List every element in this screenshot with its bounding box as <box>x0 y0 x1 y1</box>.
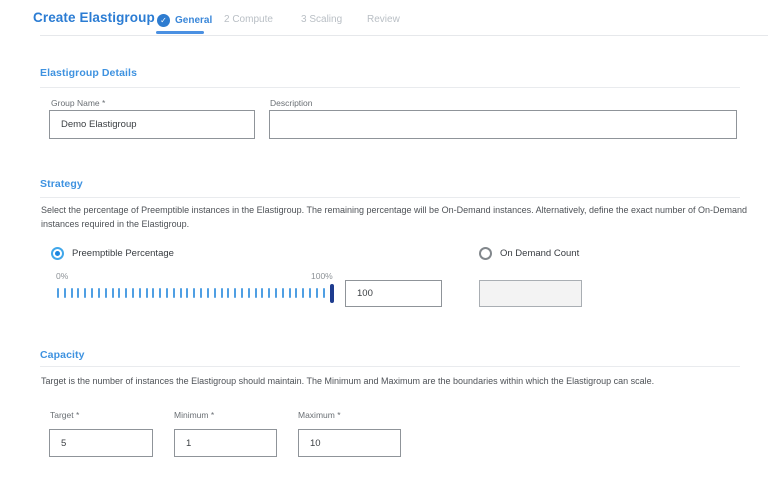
description-label: Description <box>270 98 313 108</box>
maximum-label: Maximum * <box>298 410 341 420</box>
slider-tick <box>105 288 107 298</box>
preemptible-percentage-option[interactable]: Preemptible Percentage <box>51 247 174 260</box>
strategy-description-line2: instances required in the Elastigroup. <box>41 217 189 231</box>
slider-tick <box>302 288 304 298</box>
header-divider <box>40 35 768 36</box>
group-name-label: Group Name * <box>51 98 105 108</box>
active-tab-underline <box>156 31 204 34</box>
target-input[interactable] <box>49 429 153 457</box>
slider-tick <box>84 288 86 298</box>
slider-tick <box>309 288 311 298</box>
slider-tick <box>316 288 318 298</box>
slider-tick <box>207 288 209 298</box>
slider-tick <box>166 288 168 298</box>
preemptible-percentage-slider[interactable] <box>57 283 334 303</box>
slider-tick <box>275 288 277 298</box>
on-demand-count-input <box>479 280 582 307</box>
slider-tick <box>214 288 216 298</box>
page-title: Create Elastigroup <box>33 10 155 25</box>
minimum-input[interactable] <box>174 429 277 457</box>
on-demand-count-option[interactable]: On Demand Count <box>479 247 579 260</box>
slider-tick <box>295 288 297 298</box>
preemptible-percentage-label: Preemptible Percentage <box>72 248 174 259</box>
minimum-label: Minimum * <box>174 410 214 420</box>
slider-tick <box>139 288 141 298</box>
slider-tick <box>241 288 243 298</box>
strategy-section-divider <box>40 197 740 198</box>
slider-tick <box>248 288 250 298</box>
slider-tick <box>323 288 325 298</box>
slider-tick <box>261 288 263 298</box>
slider-tick <box>193 288 195 298</box>
slider-tick <box>289 288 291 298</box>
slider-tick <box>282 288 284 298</box>
slider-tick <box>146 288 148 298</box>
slider-tick <box>200 288 202 298</box>
details-section-heading: Elastigroup Details <box>40 67 137 79</box>
tab-scaling[interactable]: 3 Scaling <box>301 14 342 25</box>
capacity-section-divider <box>40 366 740 367</box>
slider-handle[interactable] <box>330 284 334 303</box>
tab-scaling-label: 3 Scaling <box>301 14 342 25</box>
tab-compute-label: 2 Compute <box>224 14 273 25</box>
maximum-input[interactable] <box>298 429 401 457</box>
radio-selected-icon[interactable] <box>51 247 64 260</box>
radio-dot <box>55 251 60 256</box>
tab-review-label: Review <box>367 14 400 25</box>
strategy-description-line1: Select the percentage of Preemptible ins… <box>41 203 747 217</box>
slider-tick <box>227 288 229 298</box>
radio-unselected-icon[interactable] <box>479 247 492 260</box>
group-name-input[interactable] <box>49 110 255 139</box>
tab-general-label: General <box>175 15 212 26</box>
slider-tick <box>234 288 236 298</box>
slider-tick <box>132 288 134 298</box>
slider-tick <box>173 288 175 298</box>
slider-tick <box>268 288 270 298</box>
slider-tick <box>112 288 114 298</box>
on-demand-count-label: On Demand Count <box>500 248 579 259</box>
tab-compute[interactable]: 2 Compute <box>224 14 273 25</box>
create-elastigroup-page: Create Elastigroup ✓ General 2 Compute 3… <box>0 0 768 503</box>
slider-tick <box>64 288 66 298</box>
target-label: Target * <box>50 410 79 420</box>
strategy-section-heading: Strategy <box>40 178 83 190</box>
slider-tick <box>118 288 120 298</box>
slider-tick <box>77 288 79 298</box>
capacity-description: Target is the number of instances the El… <box>41 374 654 388</box>
preemptible-percentage-input[interactable] <box>345 280 442 307</box>
slider-tick <box>98 288 100 298</box>
slider-tick <box>71 288 73 298</box>
slider-max-label: 100% <box>311 271 333 281</box>
slider-min-label: 0% <box>56 271 68 281</box>
tab-review[interactable]: Review <box>367 14 400 25</box>
slider-tick <box>125 288 127 298</box>
slider-tick <box>91 288 93 298</box>
slider-tick <box>152 288 154 298</box>
tab-general[interactable]: ✓ General <box>157 14 212 27</box>
slider-tick <box>180 288 182 298</box>
slider-tick <box>186 288 188 298</box>
capacity-section-heading: Capacity <box>40 349 85 361</box>
check-circle-icon: ✓ <box>157 14 170 27</box>
description-input[interactable] <box>269 110 737 139</box>
slider-tick <box>159 288 161 298</box>
details-section-divider <box>40 87 740 88</box>
slider-tick <box>255 288 257 298</box>
slider-tick <box>57 288 59 298</box>
slider-tick <box>221 288 223 298</box>
